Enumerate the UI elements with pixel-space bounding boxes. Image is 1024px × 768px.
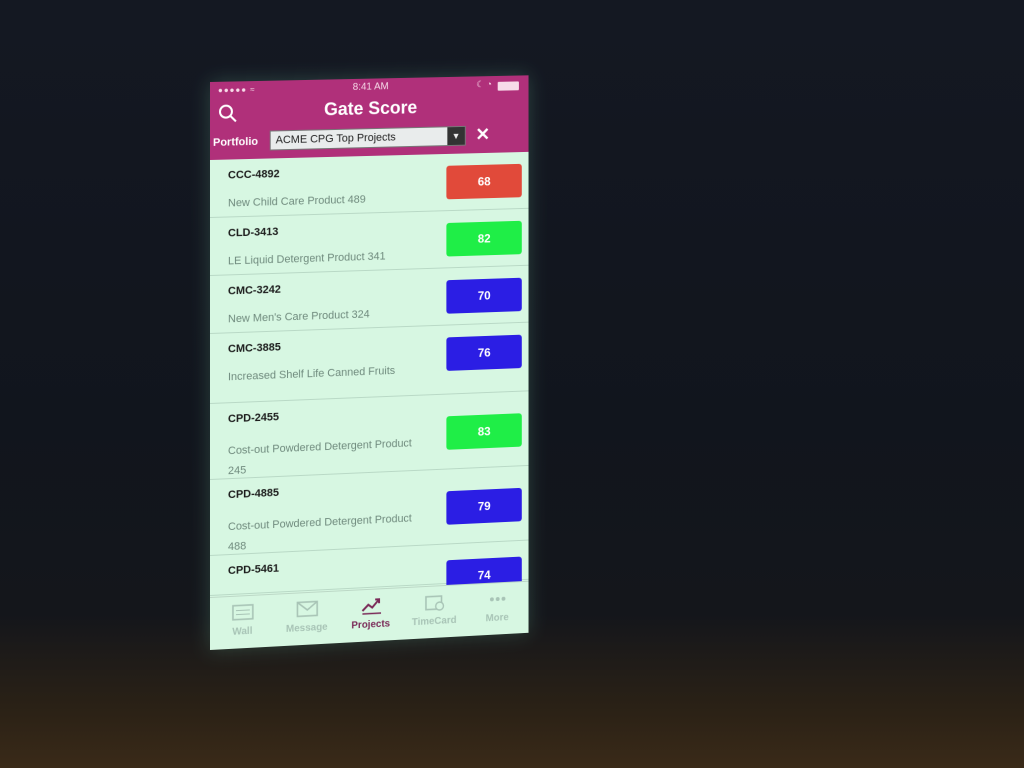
- chevron-down-icon[interactable]: ▼: [447, 126, 465, 146]
- tab-label: More: [485, 612, 509, 625]
- project-code: CPD-5461: [227, 562, 279, 578]
- tab-label: Message: [285, 621, 328, 635]
- tab-wall[interactable]: Wall: [210, 595, 275, 650]
- tab-message[interactable]: Message: [275, 591, 339, 646]
- project-list: CCC-4892 New Child Care Product 489 68 CLD-…: [210, 151, 529, 596]
- project-row[interactable]: CLD-3413 LE Liquid Detergent Product 341 8…: [210, 208, 529, 276]
- project-name: Increased Shelf Life Canned Fruits: [227, 364, 396, 384]
- project-code: CPD-2455: [227, 411, 279, 426]
- timecard-icon: [403, 591, 466, 618]
- project-row[interactable]: CPD-2455 Cost-out Powdered Detergent Prod…: [210, 391, 529, 480]
- more-icon: [466, 588, 529, 615]
- chart-icon: [339, 594, 403, 621]
- portfolio-selected-value: ACME CPG Top Projects: [275, 131, 396, 147]
- wall-icon: [210, 601, 275, 628]
- page-title: Gate Score: [324, 97, 418, 120]
- gate-score-badge[interactable]: 79: [446, 487, 522, 525]
- gate-score-badge[interactable]: 68: [446, 163, 522, 200]
- portfolio-label: Portfolio: [212, 135, 259, 149]
- gate-score-badge[interactable]: 76: [446, 334, 522, 371]
- tab-projects[interactable]: Projects: [339, 588, 403, 643]
- project-code: CMC-3242: [227, 283, 281, 298]
- project-code: CCC-4892: [227, 168, 280, 182]
- project-code: CPD-4885: [227, 486, 279, 502]
- project-code: CLD-3413: [227, 225, 279, 240]
- project-name: LE Liquid Detergent Product 341: [227, 250, 386, 268]
- project-name: New Child Care Product 489: [227, 193, 366, 210]
- message-icon: [275, 597, 339, 624]
- tab-timecard[interactable]: TimeCard: [403, 585, 466, 640]
- gate-score-badge[interactable]: 83: [446, 413, 522, 450]
- project-code: CMC-3885: [227, 341, 281, 356]
- gate-score-badge[interactable]: 70: [446, 277, 522, 314]
- project-name: New Men's Care Product 324: [227, 308, 370, 326]
- close-icon[interactable]: ✕: [475, 124, 490, 145]
- portfolio-select[interactable]: ACME CPG Top Projects ▼: [269, 125, 466, 151]
- app-header: ●●●●● ≈ 8:41 AM ☾ ◔ Gate Score Portfolio…: [210, 75, 529, 160]
- tab-label: Projects: [351, 618, 391, 632]
- battery-icon: [497, 81, 519, 91]
- do-not-disturb-icon: ☾ ◔: [476, 79, 492, 90]
- tab-more[interactable]: More: [466, 582, 529, 636]
- tab-label: TimeCard: [411, 614, 457, 629]
- project-row[interactable]: CMC-3885 Increased Shelf Life Canned Frui…: [210, 322, 529, 404]
- tab-label: Wall: [232, 625, 253, 638]
- phone-screen: ●●●●● ≈ 8:41 AM ☾ ◔ Gate Score Portfolio…: [210, 75, 529, 651]
- gate-score-badge[interactable]: 82: [446, 220, 522, 257]
- project-row[interactable]: CCC-4892 New Child Care Product 489 68: [210, 151, 529, 218]
